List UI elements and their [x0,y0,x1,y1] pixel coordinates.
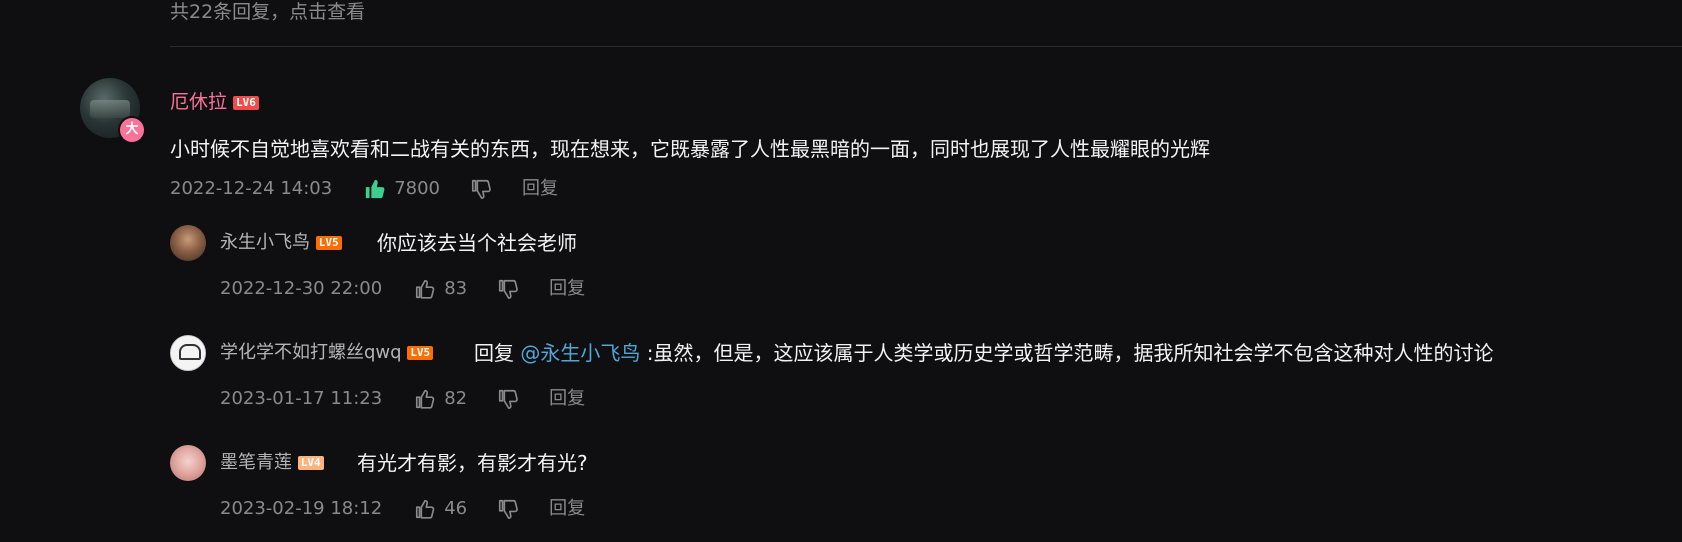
level-badge: LV5 [407,346,434,360]
avatar[interactable] [170,225,206,261]
username-text[interactable]: 厄休拉 [170,91,227,113]
comment-meta: 2022-12-30 22:00 83 回复 [220,277,585,301]
like-button[interactable]: 83 [414,277,467,301]
dislike-button[interactable] [497,388,519,410]
like-count: 7800 [394,178,441,199]
dislike-button[interactable] [497,278,519,300]
avatar[interactable] [170,445,206,481]
comment-meta: 2023-02-19 18:12 46 回复 [220,497,585,521]
dislike-button[interactable] [497,498,519,520]
username-text[interactable]: 永生小飞鸟 [220,232,310,253]
reply-button[interactable]: 回复 [549,497,585,521]
username-text[interactable]: 学化学不如打螺丝qwq [220,342,402,363]
thumbs-up-icon [416,389,435,409]
dislike-button[interactable] [470,178,492,200]
timestamp: 2023-02-19 18:12 [220,498,383,519]
username[interactable]: 永生小飞鸟 LV5 [220,231,342,255]
timestamp: 2022-12-30 22:00 [220,278,383,299]
username[interactable]: 学化学不如打螺丝qwq LV5 [220,341,434,365]
like-count: 46 [444,498,468,519]
username[interactable]: 厄休拉 LV6 [170,90,259,114]
avatar-image [90,100,130,118]
reply-content: 有光才有影，有影才有光? [357,451,588,475]
reply-prefix: 回复 [474,341,514,365]
timestamp: 2023-01-17 11:23 [220,388,383,409]
reply-button[interactable]: 回复 [549,277,585,301]
thumbs-up-icon [366,179,385,199]
mention-link[interactable]: @永生小飞鸟 [520,341,640,365]
username[interactable]: 墨笔青莲 LV4 [220,451,324,475]
like-count: 82 [444,388,468,409]
comment-meta: 2023-01-17 11:23 82 回复 [220,387,585,411]
timestamp: 2022-12-24 14:03 [170,178,333,199]
reply-content: 你应该去当个社会老师 [377,231,577,255]
vip-badge-icon: 大 [118,116,146,144]
reply-button[interactable]: 回复 [549,387,585,411]
thumbs-down-icon [499,279,518,299]
reply-text: :虽然，但是，这应该属于人类学或历史学或哲学范畴，据我所知社会学不包含这种对人性… [646,341,1494,365]
like-count: 83 [444,278,468,299]
comment-content: 小时候不自觉地喜欢看和二战有关的东西，现在想来，它既暴露了人性最黑暗的一面，同时… [170,137,1210,161]
level-badge: LV4 [297,456,324,470]
level-badge: LV6 [233,95,259,110]
reply-button[interactable]: 回复 [522,177,558,201]
like-button[interactable]: 7800 [364,177,440,201]
comment-meta: 2022-12-24 14:03 7800 回复 [170,177,558,201]
avatar[interactable] [170,335,206,371]
thumbs-up-icon [416,279,435,299]
like-button[interactable]: 82 [414,387,467,411]
thumbs-down-icon [499,499,518,519]
username-text[interactable]: 墨笔青莲 [220,452,292,473]
thumbs-down-icon [499,389,518,409]
replies-divider: 共22条回复，点击查看 [170,0,1682,47]
thumbs-up-icon [416,499,435,519]
view-all-replies-link[interactable]: 共22条回复，点击查看 [170,0,365,24]
avatar[interactable]: 大 [80,78,146,144]
thumbs-down-icon [471,179,491,199]
like-button[interactable]: 46 [414,497,467,521]
avatar-image [179,344,201,360]
reply-content: 回复 @永生小飞鸟 :虽然，但是，这应该属于人类学或历史学或哲学范畴，据我所知社… [474,339,1493,367]
level-badge: LV5 [315,236,342,250]
